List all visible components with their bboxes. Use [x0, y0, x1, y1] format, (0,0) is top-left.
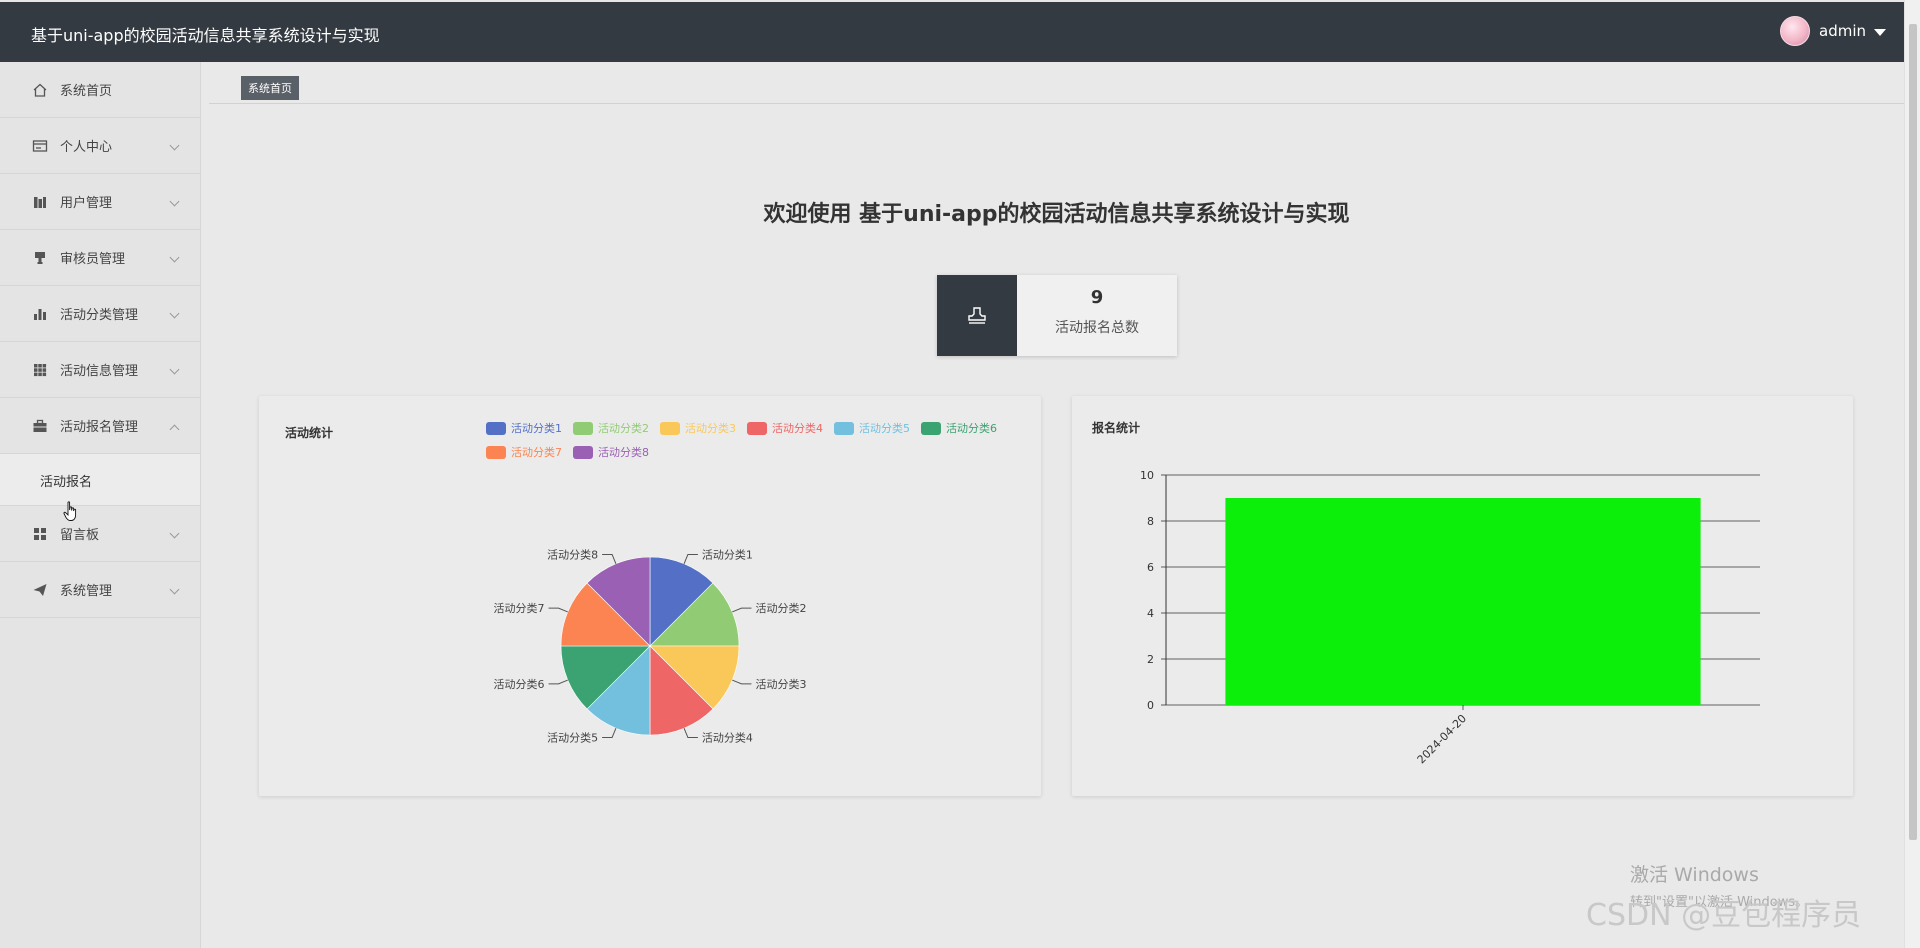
sidebar-item-label: 留言板 [60, 528, 100, 543]
pie-label-line [732, 679, 752, 685]
pie-label-line [548, 607, 568, 613]
chevron-down-icon [169, 584, 180, 595]
pie-label-line [602, 728, 617, 738]
chevron-down-icon [169, 528, 180, 539]
stamp-icon [32, 250, 48, 266]
bar-chart-icon [32, 306, 48, 322]
y-tick-label: 4 [1147, 607, 1154, 620]
sidebar-item-category-management[interactable]: 活动分类管理 [0, 286, 200, 342]
hand-cursor-icon [63, 501, 77, 521]
caret-down-icon[interactable] [1874, 28, 1886, 36]
stat-card: 9 活动报名总数 [937, 275, 1177, 356]
y-tick-label: 10 [1140, 469, 1154, 482]
sidebar-item-home[interactable]: 系统首页 [0, 62, 200, 118]
sidebar-item-label: 用户管理 [60, 196, 113, 211]
breadcrumb-home[interactable]: 系统首页 [241, 76, 299, 100]
sidebar: 系统首页 个人中心 用户管理 审核员管理 活动分类管理 活动信息管理 活动报名管… [0, 62, 201, 948]
sidebar-subitem-label: 活动报名 [40, 475, 93, 490]
app-title: 基于uni-app的校园活动信息共享系统设计与实现 [31, 26, 380, 45]
pie-label-line [602, 554, 617, 564]
sidebar-item-label: 活动信息管理 [60, 364, 139, 379]
chevron-down-icon [169, 252, 180, 263]
sidebar-item-activity-management[interactable]: 活动信息管理 [0, 342, 200, 398]
user-menu[interactable]: admin [1780, 16, 1886, 46]
pie-label: 活动分类5 [547, 730, 598, 744]
registration-stats-panel: 报名统计 0 2 4 6 8 10 2024-04-20 [1072, 396, 1853, 796]
pie-label-line [548, 679, 568, 685]
users-icon [32, 194, 48, 210]
chevron-down-icon [169, 364, 180, 375]
breadcrumb: 系统首页 [209, 72, 1904, 104]
sidebar-item-user-management[interactable]: 用户管理 [0, 174, 200, 230]
sidebar-item-registration-management[interactable]: 活动报名管理 [0, 398, 200, 454]
x-tick-label: 2024-04-20 [1415, 712, 1469, 766]
scrollbar-thumb[interactable] [1909, 24, 1917, 840]
pie-label: 活动分类8 [547, 548, 598, 562]
chevron-down-icon [169, 308, 180, 319]
send-icon [32, 582, 48, 598]
chevron-down-icon [169, 140, 180, 151]
sidebar-item-label: 系统首页 [60, 84, 113, 99]
dashboard-icon [32, 526, 48, 542]
stat-label: 活动报名总数 [1055, 320, 1139, 336]
stamp-icon [937, 275, 1017, 356]
csdn-watermark: CSDN @豆包程序员 [1586, 898, 1862, 933]
watermark-title: 激活 Windows [1630, 864, 1759, 886]
sidebar-item-personal-center[interactable]: 个人中心 [0, 118, 200, 174]
sidebar-subitem-registration[interactable]: 活动报名 [0, 454, 200, 506]
y-tick-label: 0 [1147, 699, 1154, 712]
top-bar: 基于uni-app的校园活动信息共享系统设计与实现 admin [0, 0, 1904, 62]
bar-chart: 0 2 4 6 8 10 2024-04-20 [1140, 469, 1760, 766]
welcome-title: 欢迎使用 基于uni-app的校园活动信息共享系统设计与实现 [763, 202, 1350, 227]
sidebar-item-label: 活动分类管理 [60, 308, 139, 323]
stat-body: 9 活动报名总数 [1017, 275, 1177, 356]
pie-label: 活动分类7 [494, 601, 545, 615]
home-icon [32, 82, 48, 98]
activity-stats-panel: 活动统计 活动分类1 活动分类2 活动分类3 活动分类4 活动分类5 活动分类6 活动分类7… [259, 396, 1041, 796]
vertical-scrollbar[interactable] [1904, 0, 1920, 948]
sidebar-item-reviewer-management[interactable]: 审核员管理 [0, 230, 200, 286]
pie-label: 活动分类3 [755, 677, 806, 691]
sidebar-item-label: 审核员管理 [60, 252, 126, 267]
stat-value: 9 [1090, 287, 1104, 308]
sidebar-item-system-management[interactable]: 系统管理 [0, 562, 200, 618]
id-card-icon [32, 138, 48, 154]
avatar[interactable] [1780, 16, 1810, 46]
chevron-down-icon [169, 196, 180, 207]
bar[interactable] [1225, 498, 1701, 705]
sidebar-item-label: 系统管理 [60, 584, 113, 599]
y-tick-label: 2 [1147, 653, 1154, 666]
sidebar-item-label: 活动报名管理 [60, 420, 139, 435]
pie-label: 活动分类4 [702, 730, 753, 744]
pie-label: 活动分类1 [702, 548, 753, 562]
pie-label-line [683, 554, 698, 564]
briefcase-icon [32, 418, 48, 434]
pie-chart: 活动分类1 活动分类2 活动分类3 活动分类4 活动分类5 活动分类6 活动分类7 活动分类8 [494, 548, 807, 745]
y-tick-label: 6 [1147, 561, 1154, 574]
pie-label: 活动分类6 [494, 677, 545, 691]
pie-label: 活动分类2 [755, 601, 806, 615]
pie-label-line [683, 728, 698, 738]
sidebar-item-message-board[interactable]: 留言板 [0, 506, 200, 562]
grid-icon [32, 362, 48, 378]
y-tick-label: 8 [1147, 515, 1154, 528]
pie-label-line [732, 607, 752, 613]
sidebar-item-label: 个人中心 [60, 140, 113, 155]
chevron-up-icon [169, 424, 180, 435]
user-name[interactable]: admin [1819, 22, 1866, 40]
